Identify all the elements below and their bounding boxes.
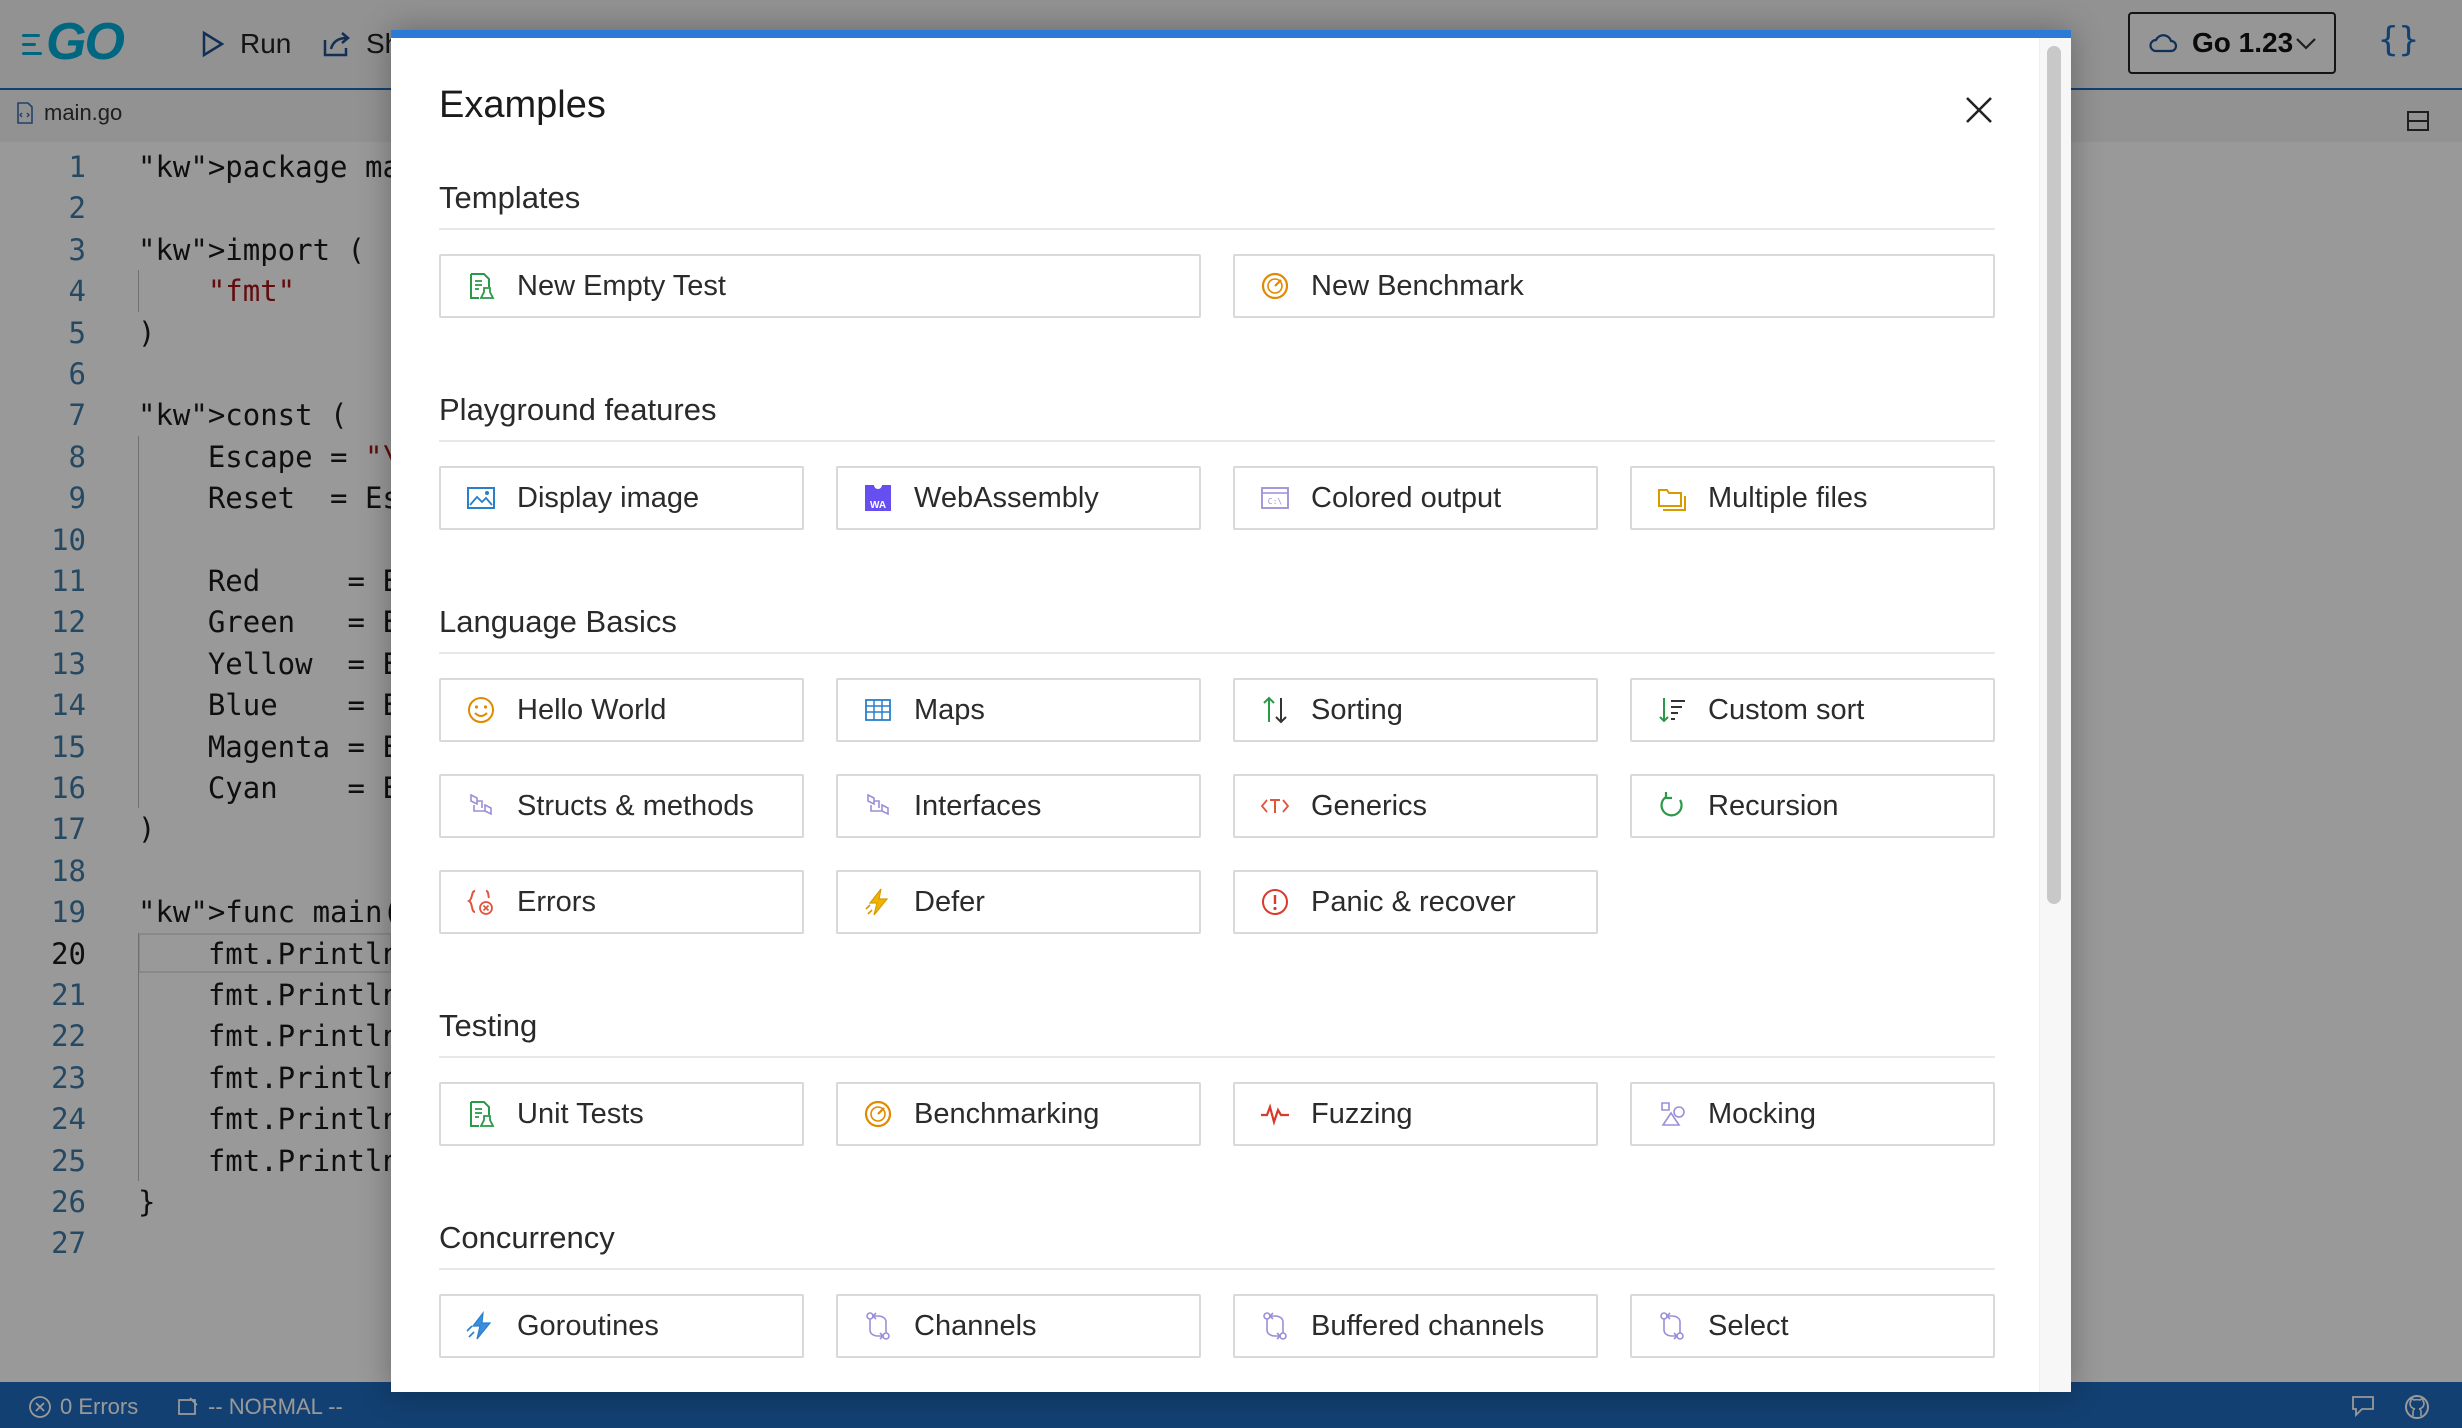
recursion-icon <box>1656 790 1688 822</box>
goroutine-icon <box>465 1310 497 1342</box>
shapes-icon <box>1656 1098 1688 1130</box>
example-label: Panic & recover <box>1311 885 1516 918</box>
example-new-benchmark-button[interactable]: New Benchmark <box>1233 254 1995 318</box>
example-hello-world-button[interactable]: Hello World <box>439 678 804 742</box>
example-errors-button[interactable]: Errors <box>439 870 804 934</box>
example-label: Errors <box>517 885 596 918</box>
test-file-icon <box>465 270 497 302</box>
examples-dialog: Examples Templates New Empty Test New Benc… <box>391 30 2071 1392</box>
dialog-scrollbar-thumb[interactable] <box>2047 46 2061 904</box>
example-label: Buffered channels <box>1311 1309 1545 1342</box>
example-multiple-files-button[interactable]: Multiple files <box>1630 466 1995 530</box>
sort-list-icon <box>1656 694 1688 726</box>
example-maps-button[interactable]: Maps <box>836 678 1201 742</box>
example-label: Hello World <box>517 693 667 726</box>
section-title: Templates <box>439 178 1995 230</box>
example-display-image-button[interactable]: Display image <box>439 466 804 530</box>
test-file-icon <box>465 1098 497 1130</box>
channel-icon <box>1259 1310 1291 1342</box>
example-label: WebAssembly <box>914 481 1099 514</box>
example-benchmarking-button[interactable]: Benchmarking <box>836 1082 1201 1146</box>
error-braces-icon <box>465 886 497 918</box>
example-buffered-channels-button[interactable]: Buffered channels <box>1233 1294 1598 1358</box>
pulse-icon <box>1259 1098 1291 1130</box>
example-interfaces-button[interactable]: Interfaces <box>836 774 1201 838</box>
example-colored-output-button[interactable]: C:\ Colored output <box>1233 466 1598 530</box>
example-label: Mocking <box>1708 1097 1816 1130</box>
example-channels-button[interactable]: Channels <box>836 1294 1201 1358</box>
interface-icon <box>862 790 894 822</box>
example-label: Colored output <box>1311 481 1502 514</box>
webassembly-icon: WA <box>862 482 894 514</box>
example-label: Unit Tests <box>517 1097 644 1130</box>
example-label: Multiple files <box>1708 481 1868 514</box>
smiley-icon <box>465 694 497 726</box>
svg-text:C:\: C:\ <box>1268 497 1283 506</box>
generics-icon <box>1259 790 1291 822</box>
section-playground-features: Playground features Display image WA WebAss… <box>439 390 1995 530</box>
example-label: Goroutines <box>517 1309 659 1342</box>
example-goroutines-button[interactable]: Goroutines <box>439 1294 804 1358</box>
svg-text:WA: WA <box>870 500 886 511</box>
example-label: Generics <box>1311 789 1428 822</box>
close-icon[interactable] <box>1963 94 1995 126</box>
example-label: New Benchmark <box>1311 269 1524 302</box>
alert-circle-icon <box>1259 886 1291 918</box>
section-title: Testing <box>439 1006 1995 1058</box>
lightning-icon <box>862 886 894 918</box>
section-title: Language Basics <box>439 602 1995 654</box>
example-structs-methods-button[interactable]: Structs & methods <box>439 774 804 838</box>
example-custom-sort-button[interactable]: Custom sort <box>1630 678 1995 742</box>
example-label: Benchmarking <box>914 1097 1100 1130</box>
example-label: Structs & methods <box>517 789 754 822</box>
example-label: Maps <box>914 693 985 726</box>
section-testing: Testing Unit Tests Benchmarking Fuzzing Mock… <box>439 1006 1995 1146</box>
terminal-icon: C:\ <box>1259 482 1291 514</box>
example-label: Defer <box>914 885 985 918</box>
example-sorting-button[interactable]: Sorting <box>1233 678 1598 742</box>
example-unit-tests-button[interactable]: Unit Tests <box>439 1082 804 1146</box>
example-label: New Empty Test <box>517 269 726 302</box>
dialog-title: Examples <box>439 84 606 126</box>
example-label: Recursion <box>1708 789 1839 822</box>
example-label: Fuzzing <box>1311 1097 1413 1130</box>
section-title: Playground features <box>439 390 1995 442</box>
image-icon <box>465 482 497 514</box>
example-label: Sorting <box>1311 693 1403 726</box>
example-defer-button[interactable]: Defer <box>836 870 1201 934</box>
table-icon <box>862 694 894 726</box>
example-panic-recover-button[interactable]: Panic & recover <box>1233 870 1598 934</box>
section-title: Concurrency <box>439 1218 1995 1270</box>
example-fuzzing-button[interactable]: Fuzzing <box>1233 1082 1598 1146</box>
example-label: Channels <box>914 1309 1037 1342</box>
example-webassembly-button[interactable]: WA WebAssembly <box>836 466 1201 530</box>
gauge-icon <box>862 1098 894 1130</box>
example-label: Interfaces <box>914 789 1042 822</box>
gauge-icon <box>1259 270 1291 302</box>
sort-arrows-icon <box>1259 694 1291 726</box>
example-label: Display image <box>517 481 700 514</box>
example-label: Custom sort <box>1708 693 1865 726</box>
section-templates: Templates New Empty Test New Benchmark <box>439 178 1995 318</box>
channel-icon <box>1656 1310 1688 1342</box>
example-label: Select <box>1708 1309 1789 1342</box>
channel-icon <box>862 1310 894 1342</box>
example-recursion-button[interactable]: Recursion <box>1630 774 1995 838</box>
example-new-empty-test-button[interactable]: New Empty Test <box>439 254 1201 318</box>
struct-icon <box>465 790 497 822</box>
example-generics-button[interactable]: Generics <box>1233 774 1598 838</box>
example-select-button[interactable]: Select <box>1630 1294 1995 1358</box>
section-concurrency: Concurrency Goroutines Channels Buffered ch… <box>439 1218 1995 1358</box>
folders-icon <box>1656 482 1688 514</box>
example-mocking-button[interactable]: Mocking <box>1630 1082 1995 1146</box>
section-language-basics: Language Basics Hello World Maps Sorting Cus… <box>439 602 1995 934</box>
